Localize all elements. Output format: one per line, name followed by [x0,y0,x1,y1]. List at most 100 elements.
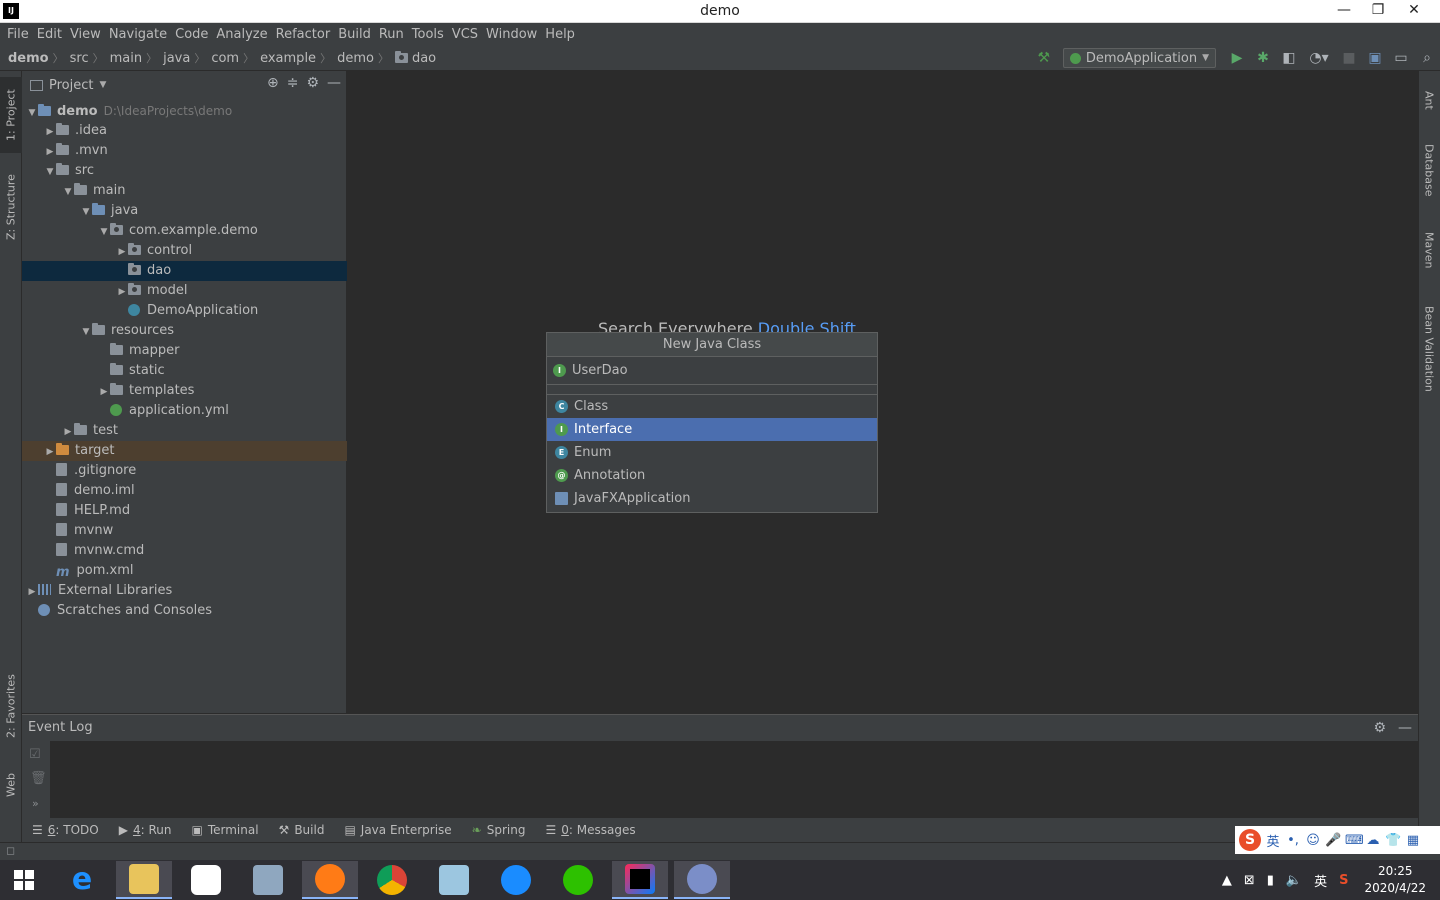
tree-item[interactable]: ▼ main [22,181,347,201]
skin-shirt-icon[interactable]: 👕 [1385,833,1401,848]
emoji-icon[interactable]: ☺ [1305,833,1321,848]
kind-item-enum[interactable]: E Enum [547,441,877,464]
taskbar-intellij[interactable] [612,861,668,899]
expanded-arrow-icon[interactable]: ▼ [44,162,56,182]
hide-panel-icon[interactable]: — [1398,715,1412,741]
user-icon[interactable]: ☁ [1365,833,1381,848]
kind-item-interface[interactable]: I Interface [547,418,877,441]
gear-icon[interactable]: ⚙ [306,75,319,91]
chevron-down-icon[interactable]: ▼ [99,80,106,90]
tree-item[interactable]: ▶ model [22,281,347,301]
tree-item[interactable]: ▼ demo D:\IdeaProjects\demo [22,101,347,121]
collapsed-arrow-icon[interactable]: ▶ [44,442,56,462]
taskbar-qq-browser[interactable] [488,861,544,899]
profile-dropdown-icon[interactable]: ◔▾ [1302,47,1336,69]
signal-icon[interactable]: ▮ [1267,873,1274,888]
editor-area[interactable] [347,71,1418,713]
trash-icon[interactable]: 🗑 [30,771,47,786]
coverage-icon[interactable]: ◧ [1276,47,1302,69]
run-icon[interactable]: ▶ [1224,47,1250,69]
hide-panel-icon[interactable]: — [327,75,341,91]
project-panel-title[interactable]: Project [49,78,93,93]
breadcrumb-item[interactable]: demo [8,51,49,66]
tab-java-enterprise[interactable]: ▤ Java Enterprise [344,823,451,837]
tab-run[interactable]: ▶ 4: Run [119,823,172,837]
tab-maven[interactable]: Maven [1418,221,1440,279]
taskbar-baidu-netdisk[interactable] [178,861,234,899]
menu-refactor[interactable]: Refactor [272,27,335,42]
breadcrumb-item[interactable]: demo [337,51,374,66]
breadcrumb-item[interactable]: com [211,51,239,66]
tree-item[interactable]: mvnw.cmd [22,541,347,561]
kind-item-class[interactable]: C Class [547,395,877,418]
more-icon[interactable]: » [32,797,39,810]
tree-item[interactable]: application.yml [22,401,347,421]
collapsed-arrow-icon[interactable]: ▶ [116,282,128,302]
tree-item[interactable]: ▶ templates [22,381,347,401]
stop-icon[interactable]: ■ [1336,47,1362,69]
ime-language[interactable]: 英 [1265,831,1281,850]
locate-crosshair-icon[interactable]: ⊕ [267,75,279,91]
toolbox-grid-icon[interactable]: ▦ [1405,833,1421,848]
menu-code[interactable]: Code [171,27,212,42]
tree-item[interactable]: ▶ .idea [22,121,347,141]
menu-edit[interactable]: Edit [33,27,66,42]
debug-bug-icon[interactable]: ✱ [1250,47,1276,69]
tree-item[interactable]: ▶ test [22,421,347,441]
expanded-arrow-icon[interactable]: ▼ [80,322,92,342]
menu-analyze[interactable]: Analyze [212,27,271,42]
tree-item[interactable]: ▶ .mvn [22,141,347,161]
input-language[interactable]: 英 [1314,871,1327,890]
expanded-arrow-icon[interactable]: ▼ [62,182,74,202]
tree-item[interactable]: mvnw [22,521,347,541]
tab-web[interactable]: Web [0,761,22,809]
tree-item[interactable]: DemoApplication [22,301,347,321]
tree-item[interactable]: static [22,361,347,381]
menu-vcs[interactable]: VCS [448,27,482,42]
kind-item-annotation[interactable]: @ Annotation [547,464,877,487]
tree-item[interactable]: Scratches and Consoles [22,601,347,621]
menu-file[interactable]: File [3,27,33,42]
breadcrumb-item[interactable]: java [163,51,190,66]
menu-view[interactable]: View [66,27,105,42]
tree-item[interactable]: ▶ target [22,441,347,461]
tree-item[interactable]: ▼ com.example.demo [22,221,347,241]
start-button[interactable] [0,861,48,899]
tree-item[interactable]: m pom.xml [22,561,347,581]
taskbar-internet-explorer[interactable]: e [54,861,110,899]
keyboard-icon[interactable]: ⌨ [1345,833,1364,848]
kind-item-javafxapplication[interactable]: JavaFXApplication [547,487,877,510]
tab-favorites[interactable]: 2: Favorites [0,667,22,745]
project-structure-icon[interactable]: ▣ [1362,47,1388,69]
tab-messages[interactable]: ☰ 0: Messages [545,823,635,837]
class-name-field[interactable]: I UserDao [547,357,877,385]
tab-build[interactable]: ⚒ Build [279,823,325,837]
sogou-logo-icon[interactable]: S [1239,829,1261,851]
gear-icon[interactable]: ⚙ [1373,715,1386,741]
collapsed-arrow-icon[interactable]: ▶ [116,242,128,262]
tree-item[interactable]: mapper [22,341,347,361]
expanded-arrow-icon[interactable]: ▼ [80,202,92,222]
tree-item[interactable]: dao [22,261,347,281]
presentation-mode-icon[interactable]: ▭ [1388,47,1414,69]
network-icon[interactable]: ⊠ [1244,873,1255,888]
menu-window[interactable]: Window [482,27,541,42]
menu-help[interactable]: Help [541,27,579,42]
menu-tools[interactable]: Tools [408,27,448,42]
breadcrumb-item[interactable]: main [110,51,142,66]
tree-item[interactable]: ▼ src [22,161,347,181]
tab-todo[interactable]: ☰ 6: TODO [32,823,99,837]
collapsed-arrow-icon[interactable]: ▶ [62,422,74,442]
sogou-tray-icon[interactable]: S [1339,873,1348,888]
microphone-icon[interactable]: 🎤 [1325,833,1341,848]
menu-run[interactable]: Run [375,27,408,42]
taskbar-chrome[interactable] [364,861,420,899]
taskbar-file-explorer[interactable] [116,861,172,899]
restore-button[interactable]: ❐ [1362,0,1394,22]
expanded-arrow-icon[interactable]: ▼ [98,222,110,242]
taskbar-navicat[interactable] [674,861,730,899]
minimize-button[interactable]: — [1328,0,1360,22]
tree-item[interactable]: ▶ External Libraries [22,581,347,601]
tab-project[interactable]: 1: Project [0,77,22,153]
expanded-arrow-icon[interactable]: ▼ [26,103,38,123]
